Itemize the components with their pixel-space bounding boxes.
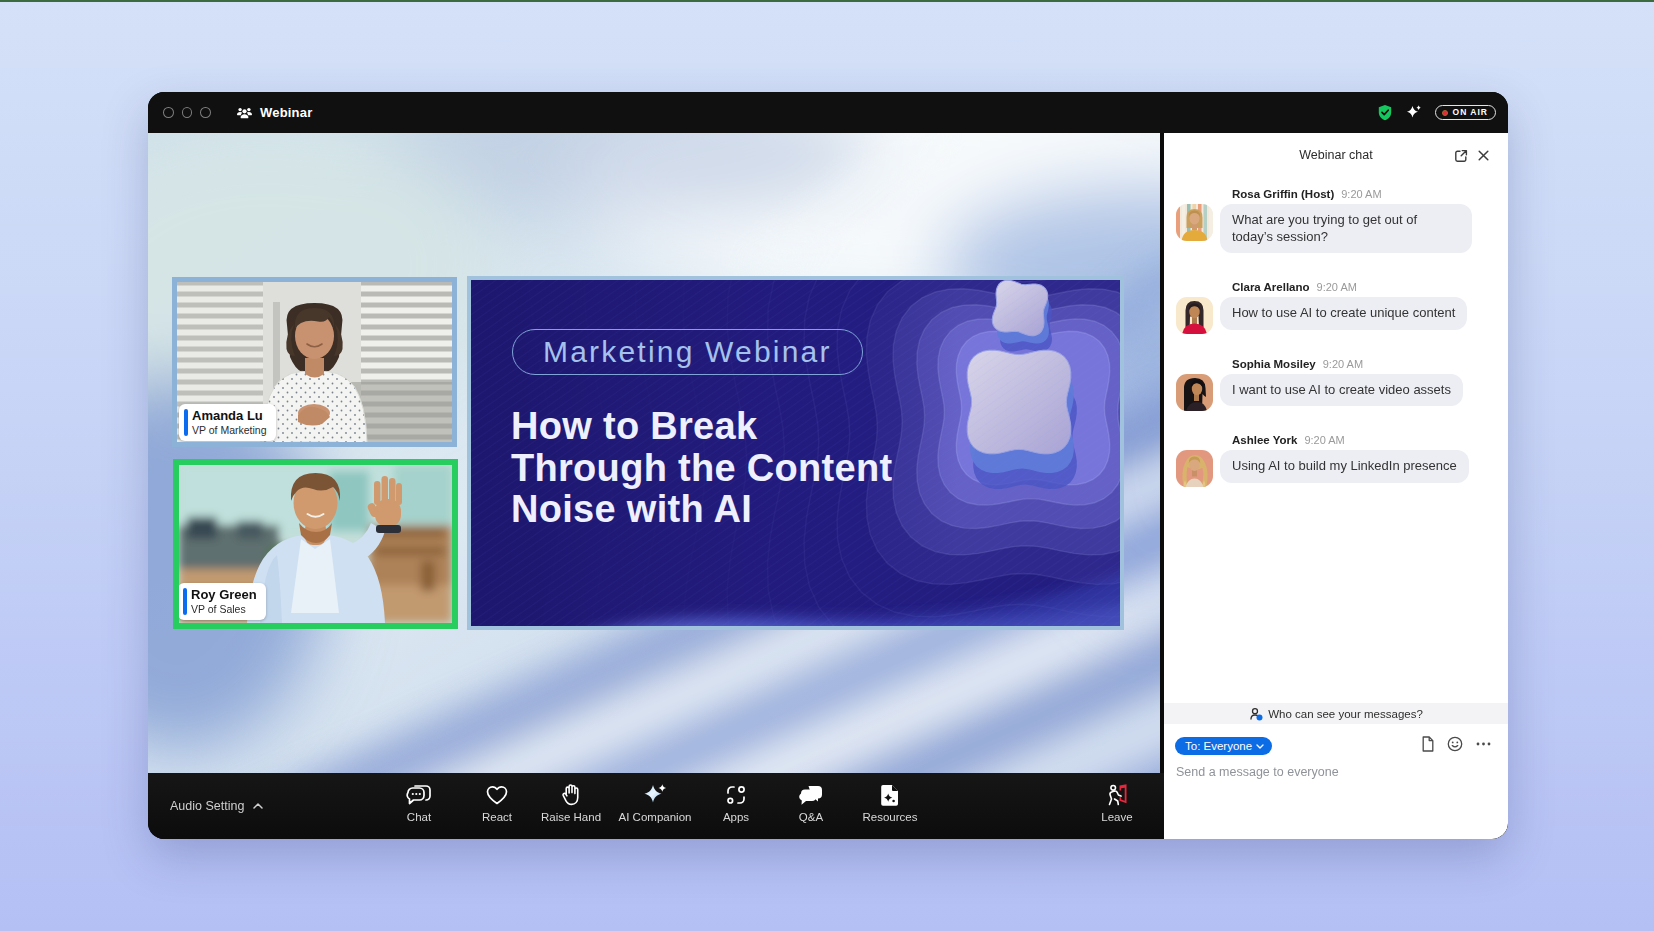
pop-out-icon[interactable] bbox=[1454, 149, 1468, 163]
toolbar-resources-button[interactable]: Resources bbox=[835, 782, 945, 825]
message-bubble: What are you trying to get out of today’… bbox=[1220, 204, 1472, 253]
app-title: Webinar bbox=[260, 105, 312, 120]
visibility-note-text: Who can see your messages? bbox=[1268, 708, 1423, 720]
participant-role: VP of Sales bbox=[191, 603, 257, 616]
message-time: 9:20 AM bbox=[1341, 188, 1381, 200]
ai-companion-titlebar-icon[interactable] bbox=[1405, 104, 1423, 121]
chat-header: Webinar chat bbox=[1164, 133, 1508, 177]
message-input[interactable]: Send a message to everyone bbox=[1176, 765, 1339, 779]
chat-message: Rosa Griffin (Host) 9:20 AM What are you … bbox=[1164, 187, 1508, 253]
avatar-ashlee bbox=[1176, 450, 1213, 487]
message-time: 9:20 AM bbox=[1323, 358, 1363, 370]
resources-icon bbox=[879, 782, 901, 808]
on-air-label: ON AIR bbox=[1453, 108, 1488, 117]
message-bubble: How to use AI to create unique content bbox=[1220, 297, 1467, 330]
author-name: Clara Arellano bbox=[1232, 281, 1310, 293]
chat-message: Ashlee York 9:20 AM Using AI to build my … bbox=[1164, 433, 1508, 483]
chevron-up-icon bbox=[253, 803, 263, 809]
titlebar: Webinar ON AIR bbox=[148, 92, 1508, 133]
window-close-button[interactable] bbox=[163, 107, 174, 118]
avatar-rosa bbox=[1176, 204, 1213, 241]
message-author: Rosa Griffin (Host) 9:20 AM bbox=[1220, 187, 1508, 201]
toolbar-item-label: Resources bbox=[863, 811, 918, 825]
toolbar-item-label: React bbox=[482, 811, 512, 825]
nametag-amanda: Amanda Lu VP of Marketing bbox=[179, 404, 276, 441]
security-shield-icon[interactable] bbox=[1377, 104, 1393, 121]
window-zoom-button[interactable] bbox=[200, 107, 211, 118]
chevron-down-icon bbox=[1256, 744, 1264, 749]
chat-message: Clara Arellano 9:20 AM How to use AI to c… bbox=[1164, 280, 1508, 330]
webinar-app-window: Webinar ON AIR bbox=[148, 92, 1508, 839]
nametag-roy: Roy Green VP of Sales bbox=[178, 583, 266, 620]
heart-icon bbox=[485, 782, 509, 808]
participant-name: Amanda Lu bbox=[192, 408, 267, 424]
slide-title-line: How to Break bbox=[511, 406, 892, 448]
on-air-badge: ON AIR bbox=[1435, 105, 1496, 120]
slide-badge: Marketing Webinar bbox=[512, 329, 863, 375]
toolbar-item-label: Raise Hand bbox=[541, 811, 601, 825]
message-bubble: I want to use AI to create video assets bbox=[1220, 374, 1463, 407]
message-author: Ashlee York 9:20 AM bbox=[1220, 433, 1508, 447]
toolbar-leave-button[interactable]: Leave bbox=[1062, 782, 1172, 825]
toolbar-item-label: Leave bbox=[1101, 811, 1132, 825]
participant-role: VP of Marketing bbox=[192, 424, 267, 437]
message-bubble: Using AI to build my LinkedIn presence bbox=[1220, 450, 1469, 483]
avatar-clara bbox=[1176, 297, 1213, 334]
emoji-icon[interactable] bbox=[1447, 736, 1463, 752]
webinar-people-icon bbox=[236, 105, 253, 120]
recipient-label: To: Everyone bbox=[1185, 740, 1252, 752]
raise-hand-icon bbox=[561, 782, 581, 808]
slide-title-line: Noise with AI bbox=[511, 489, 892, 531]
participant-name: Roy Green bbox=[191, 587, 257, 603]
message-author: Sophia Mosiley 9:20 AM bbox=[1220, 357, 1508, 371]
person-check-icon bbox=[1249, 707, 1263, 721]
message-time: 9:20 AM bbox=[1317, 281, 1357, 293]
chat-message-list: Rosa Griffin (Host) 9:20 AM What are you … bbox=[1164, 187, 1508, 510]
author-name: Rosa Griffin (Host) bbox=[1232, 188, 1334, 200]
toolbar-item-label: Apps bbox=[723, 811, 749, 825]
audio-setting-label: Audio Setting bbox=[170, 799, 244, 813]
on-air-record-dot bbox=[1442, 110, 1448, 116]
window-minimize-button[interactable] bbox=[182, 107, 193, 118]
leave-icon bbox=[1105, 782, 1129, 808]
screen-top-line bbox=[0, 0, 1654, 2]
ai-companion-icon bbox=[642, 782, 668, 808]
author-name: Sophia Mosiley bbox=[1232, 358, 1316, 370]
avatar-sophia bbox=[1176, 374, 1213, 411]
qa-icon bbox=[799, 782, 824, 808]
message-visibility-bar[interactable]: Who can see your messages? bbox=[1164, 703, 1508, 724]
video-tile-amanda[interactable]: Amanda Lu VP of Marketing bbox=[172, 277, 457, 447]
attach-file-icon[interactable] bbox=[1421, 736, 1434, 752]
recipient-selector[interactable]: To: Everyone bbox=[1175, 737, 1272, 755]
video-stage: Amanda Lu VP of Marketing bbox=[148, 133, 1160, 773]
slide-title-line: Through the Content bbox=[511, 448, 892, 490]
chat-icon bbox=[406, 782, 432, 808]
apps-icon bbox=[724, 782, 748, 808]
close-icon[interactable] bbox=[1478, 150, 1489, 161]
window-controls bbox=[163, 107, 211, 118]
webinar-chat-panel: Webinar chat bbox=[1164, 133, 1508, 839]
shared-slide[interactable]: Marketing Webinar How to Break Through t… bbox=[467, 276, 1124, 630]
toolbar-item-label: Q&A bbox=[799, 811, 823, 825]
message-time: 9:20 AM bbox=[1304, 434, 1344, 446]
bottom-toolbar: Audio Setting Chat React bbox=[148, 773, 1164, 839]
chat-message: Sophia Mosiley 9:20 AM I want to use AI t… bbox=[1164, 357, 1508, 407]
toolbar-item-label: Chat bbox=[407, 811, 431, 825]
audio-setting-button[interactable]: Audio Setting bbox=[170, 773, 263, 839]
slide-title: How to Break Through the Content Noise w… bbox=[511, 406, 892, 531]
more-options-icon[interactable] bbox=[1476, 742, 1491, 746]
message-author: Clara Arellano 9:20 AM bbox=[1220, 280, 1508, 294]
video-tile-roy[interactable]: Roy Green VP of Sales bbox=[173, 459, 458, 629]
author-name: Ashlee York bbox=[1232, 434, 1297, 446]
